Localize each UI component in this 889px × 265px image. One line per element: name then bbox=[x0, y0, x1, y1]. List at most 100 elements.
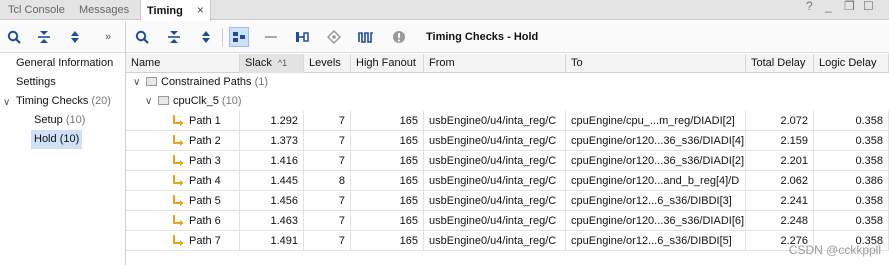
table-row[interactable]: Path 6 1.463 7 165 usbEngine0/u4/inta_reg/C c… bbox=[126, 211, 889, 231]
table-row[interactable]: Path 1 1.292 7 165 usbEngine0/u4/inta_reg/C c… bbox=[126, 111, 889, 131]
group-label: Constrained Paths (1) bbox=[146, 76, 268, 88]
cell-from: usbEngine0/u4/inta_reg/C bbox=[424, 191, 566, 211]
tab-timing[interactable]: Timing × bbox=[140, 0, 211, 21]
folder-icon bbox=[158, 96, 169, 105]
col-header-name[interactable]: Name bbox=[126, 54, 240, 73]
table-row[interactable]: Path 7 1.491 7 165 usbEngine0/u4/inta_reg/C c… bbox=[126, 231, 889, 251]
tree-item-count: (20) bbox=[91, 95, 111, 107]
timing-path-icon bbox=[173, 235, 184, 246]
chevron-down-icon[interactable]: ∨ bbox=[133, 77, 140, 88]
tree-item-hold[interactable]: Hold (10) bbox=[31, 130, 83, 149]
cell-high-fanout: 165 bbox=[351, 171, 424, 191]
chevron-down-icon[interactable]: ∨ bbox=[3, 97, 10, 108]
schematic-icon[interactable] bbox=[292, 27, 312, 47]
table-row[interactable]: Path 4 1.445 8 165 usbEngine0/u4/inta_reg/C c… bbox=[126, 171, 889, 191]
cell-logic-delay: 0.358 bbox=[814, 111, 889, 131]
tab-tcl-console[interactable]: Tcl Console bbox=[2, 0, 71, 20]
group-row-cpuclk-5[interactable]: ∨ cpuClk_5 (10) bbox=[126, 92, 889, 112]
cell-logic-delay: 0.358 bbox=[814, 151, 889, 171]
table-row[interactable]: Path 3 1.416 7 165 usbEngine0/u4/inta_reg/C c… bbox=[126, 151, 889, 171]
restore-icon[interactable]: ❐ bbox=[844, 0, 855, 14]
cell-name: Path 2 bbox=[126, 131, 240, 151]
cell-high-fanout: 165 bbox=[351, 231, 424, 251]
tab-label: Tcl Console bbox=[8, 4, 65, 16]
col-header-label: Slack bbox=[245, 57, 272, 69]
cell-from: usbEngine0/u4/inta_reg/C bbox=[424, 171, 566, 191]
collapse-all-icon[interactable] bbox=[34, 27, 54, 47]
timing-path-icon bbox=[173, 215, 184, 226]
col-header-logic-delay[interactable]: Logic Delay bbox=[814, 54, 889, 73]
tab-bar: Tcl Console Messages Timing × ? _ ❐ ☐ bbox=[0, 0, 889, 21]
expand-all-icon[interactable] bbox=[196, 27, 216, 47]
path-name: Path 3 bbox=[189, 155, 221, 167]
col-header-high-fanout[interactable]: High Fanout bbox=[351, 54, 424, 73]
cell-slack: 1.463 bbox=[240, 211, 304, 231]
tree-item-general-information[interactable]: General Information bbox=[16, 54, 113, 73]
cell-total-delay: 2.248 bbox=[746, 211, 814, 231]
cell-logic-delay: 0.358 bbox=[814, 191, 889, 211]
cell-name: Path 7 bbox=[126, 231, 240, 251]
cell-slack: 1.445 bbox=[240, 171, 304, 191]
cell-levels: 7 bbox=[304, 151, 351, 171]
cell-high-fanout: 165 bbox=[351, 191, 424, 211]
chevron-down-icon[interactable]: ∨ bbox=[145, 96, 152, 107]
folder-icon bbox=[146, 77, 157, 86]
toolbar-divider bbox=[222, 28, 223, 46]
table-row[interactable]: Path 5 1.456 7 165 usbEngine0/u4/inta_reg/C c… bbox=[126, 191, 889, 211]
highlight-icon[interactable] bbox=[324, 27, 344, 47]
close-icon[interactable]: × bbox=[197, 3, 204, 17]
cell-slack: 1.292 bbox=[240, 111, 304, 131]
tab-label: Messages bbox=[79, 4, 130, 16]
panel-title: Timing Checks - Hold bbox=[426, 31, 539, 43]
cell-total-delay: 2.159 bbox=[746, 131, 814, 151]
group-label: cpuClk_5 (10) bbox=[158, 95, 241, 107]
tree-item-settings[interactable]: Settings bbox=[16, 73, 56, 92]
col-header-from[interactable]: From bbox=[424, 54, 566, 73]
search-icon[interactable] bbox=[4, 27, 24, 47]
timing-paths-grid: Name Slack ^1 Levels High Fanout From To … bbox=[126, 54, 889, 265]
cell-logic-delay: 0.358 bbox=[814, 211, 889, 231]
cell-high-fanout: 165 bbox=[351, 131, 424, 151]
path-name: Path 2 bbox=[189, 135, 221, 147]
overflow-chevron-icon[interactable]: » bbox=[98, 27, 118, 47]
cell-levels: 8 bbox=[304, 171, 351, 191]
tree-item-setup[interactable]: Setup (10) bbox=[34, 111, 85, 130]
cell-to: cpuEngine/or120...36_s36/DIADI[6] bbox=[566, 211, 746, 231]
expand-all-icon[interactable] bbox=[65, 27, 85, 47]
cell-high-fanout: 165 bbox=[351, 151, 424, 171]
sort-ascending-icon: ^1 bbox=[277, 58, 288, 68]
table-row[interactable]: Path 2 1.373 7 165 usbEngine0/u4/inta_reg/C c… bbox=[126, 131, 889, 151]
path-name: Path 5 bbox=[189, 195, 221, 207]
cell-from: usbEngine0/u4/inta_reg/C bbox=[424, 231, 566, 251]
col-header-to[interactable]: To bbox=[566, 54, 746, 73]
tab-messages[interactable]: Messages bbox=[73, 0, 135, 20]
cell-slack: 1.456 bbox=[240, 191, 304, 211]
cell-to: cpuEngine/or12...6_s36/DIBDI[3] bbox=[566, 191, 746, 211]
waveform-icon[interactable] bbox=[356, 27, 376, 47]
minimize-icon[interactable]: _ bbox=[825, 0, 832, 14]
group-view-icon[interactable] bbox=[229, 27, 249, 47]
cell-to: cpuEngine/cpu_...m_reg/DIADI[2] bbox=[566, 111, 746, 131]
cell-name: Path 4 bbox=[126, 171, 240, 191]
info-icon[interactable] bbox=[389, 27, 409, 47]
col-header-total-delay[interactable]: Total Delay bbox=[746, 54, 814, 73]
cell-to: cpuEngine/or120...36_s36/DIADI[2] bbox=[566, 151, 746, 171]
cell-from: usbEngine0/u4/inta_reg/C bbox=[424, 211, 566, 231]
help-icon[interactable]: ? bbox=[806, 0, 813, 14]
cell-from: usbEngine0/u4/inta_reg/C bbox=[424, 151, 566, 171]
col-header-slack[interactable]: Slack ^1 bbox=[240, 54, 304, 73]
cell-high-fanout: 165 bbox=[351, 211, 424, 231]
cell-name: Path 6 bbox=[126, 211, 240, 231]
path-name: Path 4 bbox=[189, 175, 221, 187]
group-row-constrained-paths[interactable]: ∨ Constrained Paths (1) bbox=[126, 73, 889, 93]
collapse-all-icon[interactable] bbox=[164, 27, 184, 47]
maximize-icon[interactable]: ☐ bbox=[863, 0, 874, 14]
timing-path-icon bbox=[173, 175, 184, 186]
cell-name: Path 5 bbox=[126, 191, 240, 211]
search-icon[interactable] bbox=[132, 27, 152, 47]
col-header-levels[interactable]: Levels bbox=[304, 54, 351, 73]
tree-item-timing-checks[interactable]: Timing Checks (20) bbox=[16, 92, 111, 111]
minus-icon[interactable] bbox=[261, 27, 281, 47]
tree-item-label: Settings bbox=[16, 76, 56, 88]
cell-levels: 7 bbox=[304, 191, 351, 211]
